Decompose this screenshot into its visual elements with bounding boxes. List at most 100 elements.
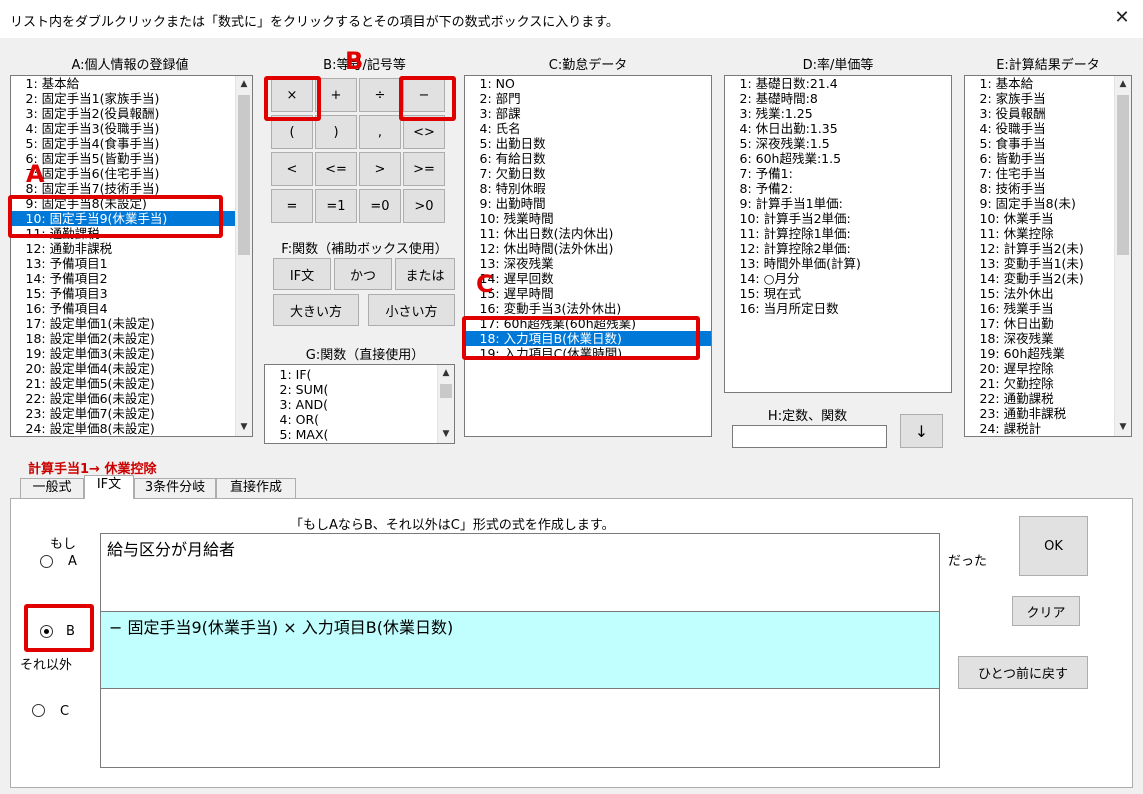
list-item[interactable]: 2: 固定手当1(家族手当) <box>11 91 252 106</box>
scroll-down-icon[interactable]: ▼ <box>1115 419 1131 436</box>
list-item[interactable]: 1: 基本給 <box>11 76 252 91</box>
list-item[interactable]: 5: 出勤日数 <box>465 136 711 151</box>
scroll-thumb[interactable] <box>238 95 250 255</box>
condition-b-box[interactable]: − 固定手当9(休業手当) × 入力項目B(休業日数) <box>101 611 939 689</box>
list-item[interactable]: 2: 家族手当 <box>965 91 1131 106</box>
list-item[interactable]: 7: 住宅手当 <box>965 166 1131 181</box>
list-item[interactable]: 1: 基礎日数:21.4 <box>725 76 951 91</box>
list-item[interactable]: 23: 通勤非課税 <box>965 406 1131 421</box>
max-function-button[interactable]: 大きい方 <box>273 294 359 326</box>
plus-button[interactable]: + <box>315 78 357 112</box>
list-item[interactable]: 15: 遅早時間 <box>465 286 711 301</box>
scroll-up-icon[interactable]: ▲ <box>236 76 252 93</box>
list-item[interactable]: 1: NO <box>465 76 711 91</box>
list-item[interactable]: 8: 予備2: <box>725 181 951 196</box>
list-item[interactable]: 5: 固定手当4(食事手当) <box>11 136 252 151</box>
list-item[interactable]: 8: 特別休暇 <box>465 181 711 196</box>
tab-if[interactable]: IF文 <box>84 475 134 499</box>
multiply-button[interactable]: × <box>271 78 313 112</box>
list-item[interactable]: 4: 固定手当3(役職手当) <box>11 121 252 136</box>
list-item[interactable]: 16: 予備項目4 <box>11 301 252 316</box>
list-item[interactable]: 21: 設定単価5(未設定) <box>11 376 252 391</box>
list-item[interactable]: 23: 設定単価7(未設定) <box>11 406 252 421</box>
list-item[interactable]: 9: 出勤時間 <box>465 196 711 211</box>
list-item[interactable]: 13: 予備項目1 <box>11 256 252 271</box>
list-item[interactable]: 6: 有給日数 <box>465 151 711 166</box>
equals-button[interactable]: = <box>271 189 313 223</box>
list-item[interactable]: 20: 遅早控除 <box>965 361 1131 376</box>
personal-info-list[interactable]: 1: 基本給 2: 固定手当1(家族手当) 3: 固定手当2(役員報酬) 4: … <box>10 75 253 437</box>
list-item[interactable]: 12: 通勤非課税 <box>11 241 252 256</box>
list-item[interactable]: 3: 役員報酬 <box>965 106 1131 121</box>
list-item[interactable]: 22: 設定単価6(未設定) <box>11 391 252 406</box>
list-item[interactable]: 12: 休出時間(法外休出) <box>465 241 711 256</box>
list-item[interactable]: 2: SUM( <box>265 382 454 397</box>
list-item[interactable]: 8: 技術手当 <box>965 181 1131 196</box>
list-item[interactable]: 19: 60h超残業 <box>965 346 1131 361</box>
greater-equal-button[interactable]: >= <box>403 152 445 186</box>
list-item[interactable]: 14: 遅早回数 <box>465 271 711 286</box>
list-item[interactable]: 14: ○月分 <box>725 271 951 286</box>
list-item[interactable]: 5: 食事手当 <box>965 136 1131 151</box>
list-item[interactable]: 18: 設定単価2(未設定) <box>11 331 252 346</box>
list-item[interactable]: 6: 皆勤手当 <box>965 151 1131 166</box>
list-item[interactable]: 4: 役職手当 <box>965 121 1131 136</box>
list-item[interactable]: 14: 予備項目2 <box>11 271 252 286</box>
divide-button[interactable]: ÷ <box>359 78 401 112</box>
list-item[interactable]: 11: 通勤課税 <box>11 226 252 241</box>
list-item[interactable]: 8: 固定手当7(技術手当) <box>11 181 252 196</box>
list-item[interactable]: 11: 休業控除 <box>965 226 1131 241</box>
undo-button[interactable]: ひとつ前に戻す <box>958 656 1088 689</box>
minus-button[interactable]: − <box>403 78 445 112</box>
list-item[interactable]: 9: 固定手当8(未) <box>965 196 1131 211</box>
list-item-selected[interactable]: 18: 入力項目B(休業日数) <box>465 331 711 346</box>
list-item[interactable]: 15: 法外休出 <box>965 286 1131 301</box>
list-item[interactable]: 7: 予備1: <box>725 166 951 181</box>
list-item[interactable]: 21: 欠勤控除 <box>965 376 1131 391</box>
list-item[interactable]: 12: 計算控除2単価: <box>725 241 951 256</box>
list-item[interactable]: 2: 部門 <box>465 91 711 106</box>
equals-one-button[interactable]: =1 <box>315 189 357 223</box>
list-item[interactable]: 2: 基礎時間:8 <box>725 91 951 106</box>
list-item[interactable]: 18: 深夜残業 <box>965 331 1131 346</box>
list-item[interactable]: 4: OR( <box>265 412 454 427</box>
calc-result-list[interactable]: 1: 基本給 2: 家族手当 3: 役員報酬 4: 役職手当 5: 食事手当 6… <box>964 75 1132 437</box>
rate-unit-list[interactable]: 1: 基礎日数:21.4 2: 基礎時間:8 3: 残業:1.25 4: 休日出… <box>724 75 952 393</box>
list-item[interactable]: 3: AND( <box>265 397 454 412</box>
constant-input[interactable] <box>732 425 887 448</box>
scroll-up-icon[interactable]: ▲ <box>1115 76 1131 93</box>
list-item[interactable]: 15: 現在式 <box>725 286 951 301</box>
list-item[interactable]: 13: 変動手当1(未) <box>965 256 1131 271</box>
scroll-up-icon[interactable]: ▲ <box>438 365 454 382</box>
clear-button[interactable]: クリア <box>1012 596 1080 626</box>
ok-button[interactable]: OK <box>1019 516 1088 576</box>
list-item[interactable]: 24: 課税計 <box>965 421 1131 436</box>
less-than-button[interactable]: < <box>271 152 313 186</box>
function-list-scrollbar[interactable]: ▲ ▼ <box>437 365 454 443</box>
calc-result-scrollbar[interactable]: ▲ ▼ <box>1114 76 1131 436</box>
list-item-selected[interactable]: 10: 固定手当9(休業手当) <box>11 211 252 226</box>
equals-zero-button[interactable]: =0 <box>359 189 401 223</box>
list-item[interactable]: 22: 通勤課税 <box>965 391 1131 406</box>
radio-c[interactable] <box>32 704 45 717</box>
scroll-thumb[interactable] <box>440 384 452 398</box>
radio-a[interactable] <box>40 555 53 568</box>
min-function-button[interactable]: 小さい方 <box>368 294 455 326</box>
list-item[interactable]: 24: 設定単価8(未設定) <box>11 421 252 436</box>
radio-b[interactable] <box>40 625 53 638</box>
list-item[interactable]: 17: 60h超残業(60h超残業) <box>465 316 711 331</box>
list-item[interactable]: 11: 計算控除1単価: <box>725 226 951 241</box>
list-item[interactable]: 20: 設定単価4(未設定) <box>11 361 252 376</box>
list-item[interactable]: 3: 残業:1.25 <box>725 106 951 121</box>
list-item[interactable]: 16: 変動手当3(法外休出) <box>465 301 711 316</box>
list-item[interactable]: 17: 休日出勤 <box>965 316 1131 331</box>
list-item[interactable]: 3: 部課 <box>465 106 711 121</box>
scroll-thumb[interactable] <box>1117 95 1129 255</box>
list-item[interactable]: 16: 残業手当 <box>965 301 1131 316</box>
tab-general[interactable]: 一般式 <box>20 478 84 498</box>
tab-direct[interactable]: 直接作成 <box>216 478 296 498</box>
greater-zero-button[interactable]: >0 <box>403 189 445 223</box>
list-item[interactable]: 13: 深夜残業 <box>465 256 711 271</box>
and-function-button[interactable]: かつ <box>334 258 392 290</box>
list-item[interactable]: 9: 計算手当1単価: <box>725 196 951 211</box>
